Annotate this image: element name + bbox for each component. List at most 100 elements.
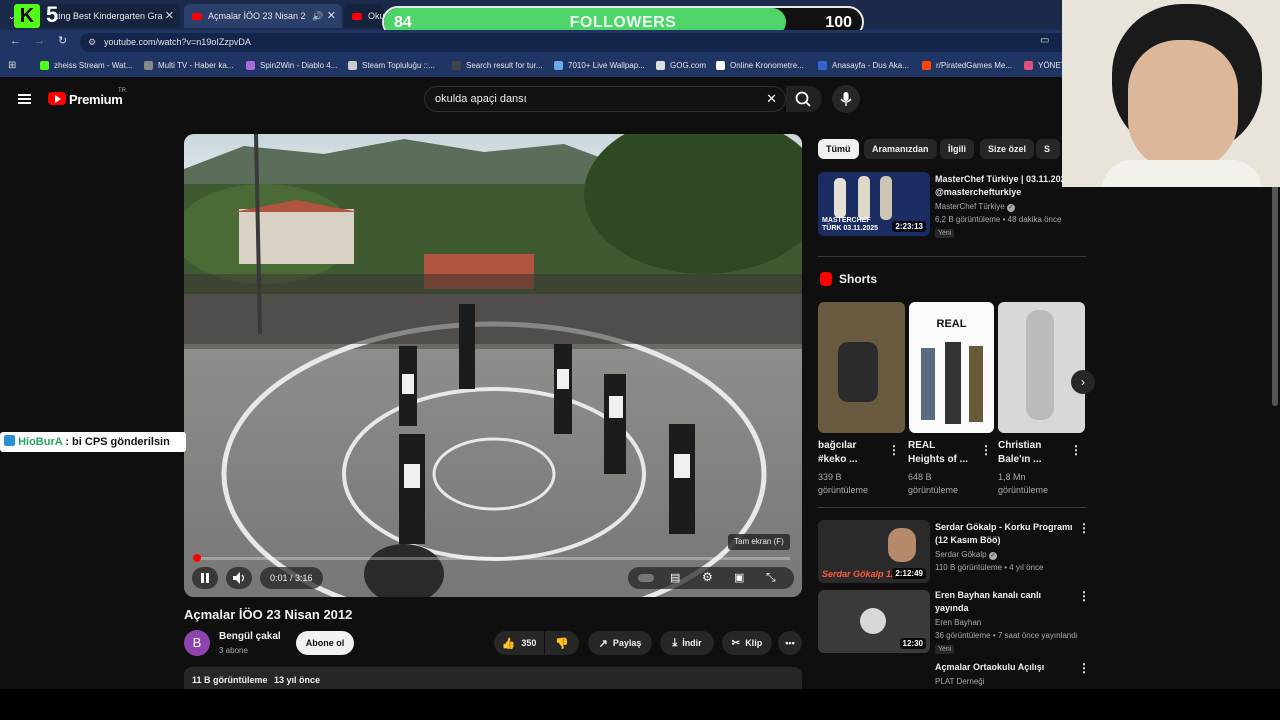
tab-active-video[interactable]: Açmalar İÖO 23 Nisan 2012 🔊 ✕ <box>184 4 342 28</box>
description-box[interactable]: 11 B görüntüleme 13 yıl önce <box>184 667 802 689</box>
microphone-icon <box>840 92 852 106</box>
apps-grid-icon[interactable]: ⊞ <box>8 60 16 71</box>
short-title[interactable]: REAL Heights of ... <box>908 439 972 467</box>
share-icon: ↗ <box>598 637 608 650</box>
miniplayer-icon[interactable]: ▣ <box>734 571 744 584</box>
download-button[interactable]: ⤓ İndir <box>660 631 714 655</box>
fullscreen-icon[interactable]: ⤡ <box>766 570 776 585</box>
shorts-next-button[interactable]: › <box>1071 370 1095 394</box>
bookmark-label: GOG.com <box>670 61 707 70</box>
new-badge: Yeni <box>935 229 955 238</box>
close-icon[interactable]: ✕ <box>327 9 336 22</box>
more-options-icon[interactable]: ⋮ <box>888 443 900 457</box>
youtube-premium-logo[interactable]: Premium <box>69 92 123 107</box>
clear-search-icon[interactable]: ✕ <box>766 87 777 111</box>
subtitles-icon[interactable]: ▤ <box>670 571 680 584</box>
shorts-icon <box>820 272 832 286</box>
bookmark-item[interactable]: zheiss Stream - Wat... <box>40 61 132 70</box>
pause-icon <box>201 573 209 583</box>
voice-search-button[interactable] <box>832 85 860 113</box>
download-label: İndir <box>682 638 702 648</box>
subscribe-button[interactable]: Abone ol <box>296 631 354 655</box>
pause-button[interactable] <box>192 567 218 589</box>
more-options-icon[interactable]: ⋮ <box>1078 521 1090 535</box>
forward-icon[interactable]: → <box>34 35 45 47</box>
bookmark-item[interactable]: Steam Topluluğu ::... <box>348 61 435 70</box>
chip-related[interactable]: İlgili <box>940 139 974 159</box>
chip-all[interactable]: Tümü <box>818 139 859 159</box>
chip-for-you[interactable]: Size özel <box>980 139 1035 159</box>
bookmark-favicon-icon <box>452 61 461 70</box>
chip-more[interactable]: S <box>1036 139 1060 159</box>
more-actions-button[interactable]: ••• <box>778 631 802 655</box>
bookmark-item[interactable]: Online Kronometre... <box>716 61 804 70</box>
bookmark-favicon-icon <box>922 61 931 70</box>
channel-name[interactable]: Bengül çakal <box>219 631 281 642</box>
search-button[interactable] <box>786 86 822 112</box>
scrubber-handle[interactable] <box>193 554 201 562</box>
dislike-button[interactable]: 👎 <box>545 631 579 655</box>
back-icon[interactable]: ← <box>10 35 21 47</box>
channel-avatar[interactable]: B <box>184 630 210 656</box>
short-thumbnail[interactable]: REAL <box>909 302 994 433</box>
more-options-icon[interactable]: ⋮ <box>1070 443 1082 457</box>
chat-message-overlay: HioBurA : bi CPS gönderilsin <box>0 432 186 452</box>
sidebar-video-title[interactable]: Serdar Gökalp - Korku Programı (12 Kasım… <box>935 521 1075 547</box>
short-thumbnail[interactable] <box>998 302 1085 433</box>
search-input[interactable]: okulda apaçi dansı ✕ <box>424 86 786 112</box>
more-options-icon[interactable]: ⋮ <box>1078 589 1090 603</box>
video-duration: 2:12:49 <box>892 568 926 579</box>
tab-okul[interactable]: Okul <box>344 4 384 28</box>
chip-from-search[interactable]: Aramanızdan <box>864 139 937 159</box>
kick-counter: 5 <box>46 2 59 27</box>
thumbnail-caption: MASTERCHEF TÜRK 03.11.2025 <box>822 217 879 232</box>
bookmark-item[interactable]: YÖNET <box>1024 61 1066 70</box>
verified-icon: ✓ <box>1006 204 1015 212</box>
sidebar-video-title[interactable]: Açmalar Ortaokulu Açılışı <box>935 661 1075 674</box>
bookmark-item[interactable]: Anasayfa - Dus Aka... <box>818 61 909 70</box>
bookmark-item[interactable]: 7010+ Live Wallpap... <box>554 61 645 70</box>
video-player[interactable]: Tam ekran (F) 0:01 / 3:16 ▤ ⚙ ▣ ⤡ <box>184 134 802 597</box>
sidebar-video-channel: MasterChef Türkiye ✓ <box>935 202 1015 212</box>
share-label: Paylaş <box>612 638 642 648</box>
url-text: youtube.com/watch?v=n19oIZzpvDA <box>104 37 251 47</box>
like-button[interactable]: 👍 350 <box>494 631 544 655</box>
close-icon[interactable]: ✕ <box>165 9 174 22</box>
bookmark-favicon-icon <box>40 61 49 70</box>
sidebar-video-meta: 110 B görüntüleme • 4 yıl önce <box>935 563 1044 572</box>
bookmark-item[interactable]: Spin2Win - Diablo 4... <box>246 61 337 70</box>
short-thumbnail[interactable] <box>818 302 905 433</box>
video-thumbnail[interactable]: Serdar Gökalp 12 2:12:49 <box>818 520 930 583</box>
volume-button[interactable] <box>226 567 252 589</box>
short-title[interactable]: Christian Bale'ın ... <box>998 439 1062 467</box>
bookmark-item[interactable]: Search result for tur... <box>452 61 542 70</box>
autoplay-toggle[interactable] <box>638 574 654 582</box>
bookmark-favicon-icon <box>144 61 153 70</box>
bookmark-favicon-icon <box>656 61 665 70</box>
chat-badge-icon <box>4 435 15 446</box>
install-icon[interactable]: ▭ <box>1040 35 1049 46</box>
video-thumbnail[interactable]: 12:30 <box>818 590 930 653</box>
url-field[interactable]: ⚙ youtube.com/watch?v=n19oIZzpvDA <box>80 33 1070 52</box>
short-title[interactable]: bağcılar #keko ... <box>818 439 882 467</box>
menu-icon[interactable] <box>18 94 31 104</box>
video-frame <box>184 134 802 597</box>
clip-button[interactable]: ✂ Klip <box>722 631 772 655</box>
share-button[interactable]: ↗ Paylaş <box>588 631 652 655</box>
sidebar-video-title[interactable]: MasterChef Türkiye | 03.11.2025 @masterc… <box>935 173 1075 199</box>
video-thumbnail[interactable]: MASTERCHEF TÜRK 03.11.2025 2:23:13 <box>818 172 930 236</box>
shorts-title: Shorts <box>839 272 878 286</box>
more-options-icon[interactable]: ⋮ <box>1078 661 1090 675</box>
bookmark-item[interactable]: Multi TV - Haber ka... <box>144 61 233 70</box>
site-info-icon[interactable]: ⚙ <box>88 33 96 52</box>
reload-icon[interactable]: ↻ <box>58 34 67 47</box>
progress-bar[interactable] <box>196 557 790 560</box>
more-options-icon[interactable]: ⋮ <box>980 443 992 457</box>
sidebar-video-title[interactable]: Eren Bayhan kanalı canlı yayında <box>935 589 1075 615</box>
bookmark-label: r/PiratedGames Me... <box>936 61 1013 70</box>
settings-icon[interactable]: ⚙ <box>702 570 713 584</box>
bookmark-item[interactable]: GOG.com <box>656 61 706 70</box>
bookmark-item[interactable]: r/PiratedGames Me... <box>922 61 1012 70</box>
bookmark-favicon-icon <box>246 61 255 70</box>
youtube-logo-icon[interactable] <box>48 92 66 105</box>
